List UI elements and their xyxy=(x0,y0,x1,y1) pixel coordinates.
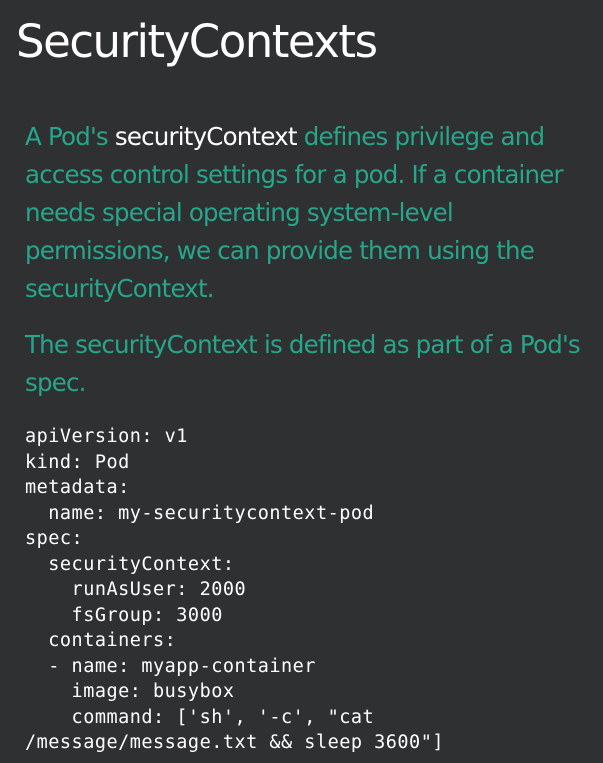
code-line: name: my-securitycontext-pod xyxy=(25,502,375,524)
code-line: containers: xyxy=(25,630,177,651)
code-line: apiVersion: v1 xyxy=(25,426,188,447)
slide: SecurityContexts A Pod's securityContext… xyxy=(0,0,603,763)
intro-text-start: A Pod's xyxy=(25,122,115,151)
slide-title: SecurityContexts xyxy=(16,15,378,68)
code-line: /message/message.txt && sleep 3600"] xyxy=(25,732,444,753)
code-line: spec: xyxy=(25,528,84,549)
spec-paragraph: The securityContext is defined as part o… xyxy=(25,330,581,397)
code-line: securityContext: xyxy=(25,553,235,575)
code-line: kind: Pod xyxy=(25,451,130,473)
yaml-code-block: apiVersion: v1 kind: Pod metadata: name:… xyxy=(25,424,595,756)
code-line: fsGroup: 3000 xyxy=(25,604,223,626)
code-line: - name: myapp-container xyxy=(25,655,316,677)
security-context-term: securityContext xyxy=(114,122,298,151)
code-line: metadata: xyxy=(25,477,130,498)
code-line: runAsUser: 2000 xyxy=(25,579,247,600)
code-line: command: ['sh', '-c', "cat xyxy=(25,706,375,728)
intro-paragraph: A Pod's securityContext defines privileg… xyxy=(25,118,597,308)
code-line: image: busybox xyxy=(25,681,235,702)
